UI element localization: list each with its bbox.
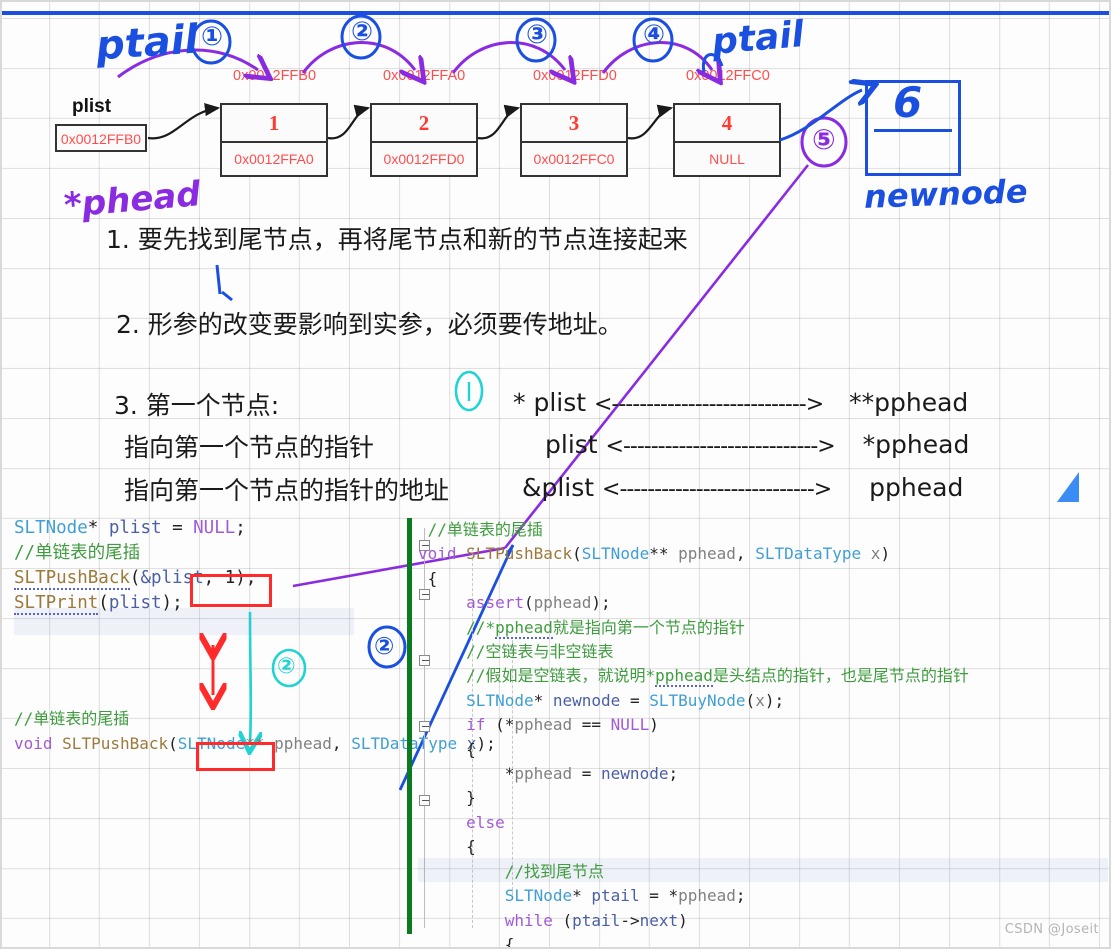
plist-label: plist — [72, 96, 112, 117]
eq-right-0: **pphead — [849, 388, 969, 417]
eq-left-2: &plist — [522, 473, 595, 502]
note-line-3: 3. 第一个节点: — [114, 391, 280, 420]
node-next-1: 0x0012FFD0 — [383, 151, 465, 167]
eq-right-1: *pphead — [862, 430, 970, 459]
highlight-box-pphead-param — [196, 742, 275, 771]
node-address-3: 0x0012FFC0 — [686, 68, 770, 84]
eq-desc-1: 指向第一个节点的指针 — [124, 433, 375, 462]
blue-circle-two — [367, 625, 407, 669]
highlight-box-amp-plist — [190, 574, 272, 607]
node-value-2: 3 — [522, 105, 626, 143]
watermark: CSDN @Joseit — [1004, 922, 1099, 937]
plist-pointer-box: 0x0012FFB0 — [55, 124, 147, 152]
whiteboard-page: plist 0x0012FFB0 0x0012FFB0 1 0x0012FFA0… — [0, 0, 1111, 949]
cyan-two-number: ② — [277, 654, 296, 679]
blue-tick-2 — [221, 290, 233, 302]
node-address-0: 0x0012FFB0 — [233, 68, 317, 84]
newnode-divider — [874, 129, 952, 132]
node-next-2: 0x0012FFC0 — [533, 151, 615, 167]
cursor-triangle — [1057, 472, 1079, 502]
eq-arrow-2: <----------------------------> — [602, 477, 832, 502]
eq-arrow-0: <----------------------------> — [594, 392, 824, 417]
cyan-circle-one — [454, 370, 484, 412]
cyan-circle-two — [271, 648, 307, 688]
eq-arrow-1: <----------------------------> — [605, 434, 836, 459]
note-line-2: 2. 形参的改变要影响到实参，必须要传地址。 — [116, 310, 623, 339]
code-block-right[interactable]: //单链表的尾插 void SLTPushBack(SLTNode** pphe… — [418, 518, 969, 949]
node-value-3: 4 — [675, 105, 779, 143]
node-next-0: 0x0012FFA0 — [234, 151, 314, 167]
list-node-3: 4 NULL — [673, 103, 781, 177]
eq-left-0: * plist — [513, 388, 587, 417]
blue-tick-1 — [215, 264, 222, 295]
node-address-1: 0x0012FFA0 — [383, 68, 466, 84]
eq-desc-2: 指向第一个节点的指针的地址 — [124, 476, 450, 505]
list-node-1: 2 0x0012FFD0 — [370, 103, 478, 177]
eq-right-2: pphead — [869, 473, 964, 502]
node-value-0: 1 — [222, 105, 326, 143]
list-node-2: 3 0x0012FFC0 — [520, 103, 628, 177]
newnode-box — [865, 80, 961, 176]
node-value-1: 2 — [372, 105, 476, 143]
blue-two-number: ② — [374, 632, 395, 660]
eq-row-2: &plist <----------------------------> pp… — [522, 473, 963, 502]
eq-row-1: plist <----------------------------> *pp… — [545, 430, 969, 459]
note-line-1: 1. 要先找到尾节点，再将尾节点和新的节点连接起来 — [106, 225, 688, 254]
editor-change-bar — [407, 518, 412, 934]
eq-left-1: plist — [545, 430, 598, 459]
node-next-3: NULL — [709, 151, 745, 167]
list-node-0: 1 0x0012FFA0 — [220, 103, 328, 177]
node-address-2: 0x0012FFD0 — [533, 68, 617, 84]
linked-list-diagram: plist 0x0012FFB0 0x0012FFB0 1 0x0012FFA0… — [0, 20, 1111, 210]
top-blue-rule — [0, 11, 1111, 15]
eq-row-0: * plist <----------------------------> *… — [513, 388, 968, 417]
